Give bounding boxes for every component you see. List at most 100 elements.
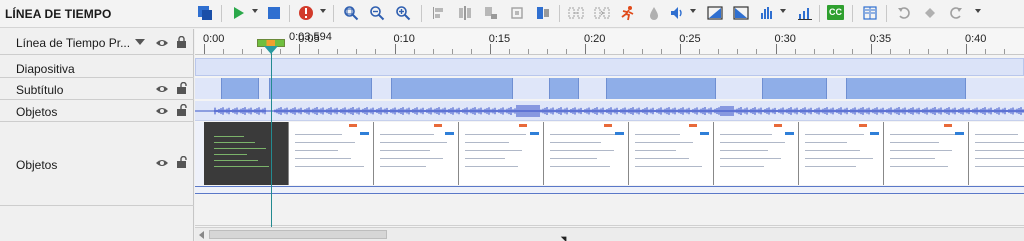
stop-icon[interactable]: [265, 4, 283, 22]
separator: [421, 5, 422, 22]
play-dropdown-icon[interactable]: [252, 9, 258, 13]
track-row-subtitle[interactable]: Subtítulo: [0, 78, 194, 100]
record-dropdown-icon[interactable]: [320, 9, 326, 13]
volume-icon[interactable]: [668, 4, 686, 22]
video-lane[interactable]: [195, 122, 1024, 185]
columns-icon[interactable]: [861, 4, 879, 22]
zoom-out-icon[interactable]: [368, 4, 386, 22]
track-label: Diapositiva: [16, 62, 75, 76]
crop-icon[interactable]: [508, 4, 526, 22]
fade-out-icon[interactable]: [732, 4, 750, 22]
scroll-left-icon[interactable]: [199, 231, 204, 239]
ruler-minor-tick: [889, 49, 891, 54]
track-row-objects-video[interactable]: Objetos: [0, 122, 194, 206]
ruler-minor-tick: [375, 49, 377, 54]
ruler-tick: [585, 44, 586, 54]
subtitle-clip[interactable]: [221, 78, 260, 99]
timeline-project-row[interactable]: Línea de Tiempo Pr...: [0, 29, 194, 55]
ruler-minor-tick: [565, 49, 567, 54]
subtitle-clip[interactable]: [268, 78, 372, 99]
horizontal-scrollbar[interactable]: [195, 227, 1024, 241]
ruler-minor-tick: [946, 49, 948, 54]
separator: [221, 5, 222, 22]
ruler-minor-tick: [470, 49, 472, 54]
fade-in-icon[interactable]: [706, 4, 724, 22]
motion-icon[interactable]: [619, 4, 637, 22]
transition-icon[interactable]: [567, 4, 585, 22]
ruler-tick: [870, 44, 872, 54]
split-icon[interactable]: [482, 4, 500, 22]
ruler-tick: [299, 44, 301, 54]
video-thumbnail: [374, 122, 459, 185]
ruler-minor-tick: [794, 49, 796, 54]
ruler-minor-tick: [985, 49, 987, 54]
separator: [886, 5, 887, 22]
fill-icon[interactable]: [645, 4, 663, 22]
video-thumbnail: [289, 122, 374, 185]
ruler-minor-tick: [718, 49, 720, 54]
audio-levels-icon[interactable]: [758, 4, 776, 22]
timeline-canvas[interactable]: 0:03,594 0:00 0:05 0:10 0:15 0:20 0:25 0:30 0:3…: [195, 29, 1024, 241]
eye-icon[interactable]: [155, 37, 169, 49]
swap-icon[interactable]: [593, 4, 611, 22]
align-icon[interactable]: [430, 4, 448, 22]
volume-dropdown-icon[interactable]: [690, 9, 696, 13]
redo-icon[interactable]: [947, 4, 965, 22]
unlock-icon[interactable]: [175, 156, 189, 168]
subtitle-clip[interactable]: [390, 78, 513, 99]
distribute-icon[interactable]: [456, 4, 474, 22]
track-row-objects-audio[interactable]: Objetos: [0, 100, 194, 122]
ruler-tick-label: 0:15: [488, 33, 511, 45]
subtitle-clip[interactable]: [762, 78, 827, 99]
subtitle-lane[interactable]: [195, 78, 1024, 99]
eye-icon[interactable]: [155, 157, 169, 169]
zoom-fit-icon[interactable]: [342, 4, 360, 22]
ruler-minor-tick: [242, 49, 244, 54]
ruler-minor-tick: [413, 49, 415, 54]
unlock-icon[interactable]: [175, 104, 189, 116]
ruler-minor-tick: [527, 49, 529, 54]
ruler-minor-tick: [699, 49, 701, 54]
audio-waveform-lane[interactable]: [195, 101, 1024, 121]
ruler-tick: [966, 44, 967, 54]
ruler-tick: [489, 44, 491, 54]
track-row-slide[interactable]: Diapositiva: [0, 57, 194, 78]
slide-lane[interactable]: [195, 58, 1024, 76]
ruler-minor-tick: [756, 49, 758, 54]
ruler-minor-tick: [908, 49, 910, 54]
video-thumbnail: [629, 122, 714, 185]
play-icon[interactable]: [229, 4, 247, 22]
playhead-marker[interactable]: [264, 46, 278, 54]
separator: [289, 5, 290, 22]
unlock-icon[interactable]: [175, 82, 189, 94]
closed-caption-icon[interactable]: CC: [827, 5, 844, 20]
record-icon[interactable]: [297, 4, 315, 22]
ruler-minor-tick: [661, 49, 663, 54]
empty-lane: [195, 195, 1024, 226]
eye-icon[interactable]: [155, 105, 169, 117]
layout-icon[interactable]: [196, 4, 214, 22]
time-ruler[interactable]: 0:03,594 0:00 0:05 0:10 0:15 0:20 0:25 0:30 0:3…: [195, 29, 1024, 55]
subtitle-clip[interactable]: [548, 78, 580, 99]
eye-icon[interactable]: [155, 83, 169, 95]
ruler-minor-tick: [280, 49, 282, 54]
marker-icon[interactable]: [921, 4, 939, 22]
chevron-down-icon[interactable]: [135, 39, 145, 45]
separator: [333, 5, 334, 22]
separator: [559, 5, 560, 22]
subtitle-clip[interactable]: [605, 78, 717, 99]
paste-icon[interactable]: [534, 4, 552, 22]
chart-icon[interactable]: [796, 4, 814, 22]
redo-dropdown-icon[interactable]: [975, 9, 981, 13]
audio-levels-dropdown-icon[interactable]: [780, 9, 786, 13]
zoom-in-icon[interactable]: [394, 4, 412, 22]
scrollbar-thumb[interactable]: [209, 230, 387, 239]
lock-icon[interactable]: [175, 36, 189, 48]
video-thumbnail: [204, 122, 289, 185]
track-label: Subtítulo: [16, 83, 64, 97]
panel-title: LÍNEA DE TIEMPO: [5, 7, 112, 21]
ruler-minor-tick: [604, 49, 606, 54]
ruler-minor-tick: [261, 49, 263, 54]
subtitle-clip[interactable]: [845, 78, 966, 99]
undo-icon[interactable]: [895, 4, 913, 22]
